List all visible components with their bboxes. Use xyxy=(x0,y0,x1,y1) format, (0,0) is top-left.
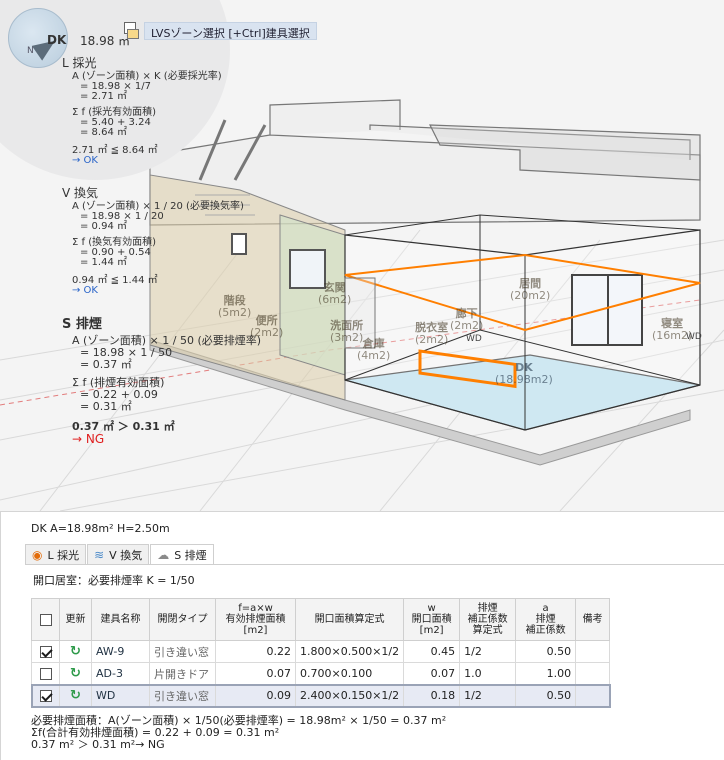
opening-tag-wd[interactable]: WD xyxy=(466,334,482,344)
zone-area-readout: 18.98 ㎡ xyxy=(80,34,131,48)
cell-name: WD xyxy=(91,684,150,707)
refresh-icon[interactable]: ↻ xyxy=(70,644,81,659)
header-effective: f=a×w 有効排煙面積 [m2] xyxy=(215,598,296,641)
lvs-detail-panel: DK A=18.98m² H=2.50m ◉ L 採光 ≋ V 換気 ☁ S 排… xyxy=(0,511,724,760)
calc-line: = 8.64 ㎡ xyxy=(80,127,128,138)
lighting-heading: L 採光 xyxy=(62,56,97,70)
cell-effective: 0.07 xyxy=(215,662,296,685)
smoke-heading: S 排煙 xyxy=(62,317,102,332)
cell-corr-formula[interactable]: 1/2 xyxy=(459,640,517,663)
room-label-dk: DK (18.98m2) xyxy=(495,361,553,386)
header-select-all[interactable] xyxy=(31,598,60,641)
3d-viewport[interactable]: N DK 18.98 ㎡ LVSゾーン選択 [+Ctrl]建具選択 L 採光 A… xyxy=(0,0,724,511)
cell-opening: 0.07 xyxy=(403,662,461,685)
cell-formula[interactable]: 0.700×0.100 xyxy=(294,662,405,685)
cell-corr-formula[interactable]: 1.0 xyxy=(459,662,517,685)
row-checkbox[interactable] xyxy=(39,646,52,658)
zone-select-button[interactable]: LVSゾーン選択 [+Ctrl]建具選択 xyxy=(144,22,317,40)
cell-name: AD-3 xyxy=(91,662,150,685)
cell-corr: 0.50 xyxy=(515,684,577,707)
select-all-checkbox[interactable] xyxy=(39,613,52,626)
cell-corr: 0.50 xyxy=(515,640,577,663)
cell-name: AW-9 xyxy=(91,640,150,663)
table-row-selected[interactable]: ↻ WD 引き違い窓 0.09 2.400×0.150×1/2 0.18 1/2… xyxy=(30,683,611,708)
sun-icon: ◉ xyxy=(32,547,43,562)
cell-opening: 0.45 xyxy=(403,640,461,663)
smoke-calculation: S 排煙 A (ゾーン面積) × 1 / 50 (必要排煙率) = 18.98 … xyxy=(62,317,261,446)
cell-corr: 1.00 xyxy=(515,662,577,685)
cell-formula[interactable]: 2.400×0.150×1/2 xyxy=(294,684,405,707)
smoke-icon: ☁ xyxy=(157,548,170,562)
required-rate-note: 開口居室：必要排煙率 K = 1/50 xyxy=(33,574,195,587)
refresh-icon[interactable]: ↻ xyxy=(70,688,81,703)
calc-line: = 0.94 ㎡ xyxy=(80,221,128,232)
header-opening: w 開口面積 [m2] xyxy=(403,598,461,641)
header-update: 更新 xyxy=(59,598,92,641)
cell-formula[interactable]: 1.800×0.500×1/2 xyxy=(294,640,405,663)
lvs-tabs: ◉ L 採光 ≋ V 換気 ☁ S 排煙 xyxy=(25,544,215,565)
cell-effective: 0.09 xyxy=(215,684,296,707)
room-label-entrance: 玄関 (6m2) xyxy=(318,281,352,306)
header-type: 開閉タイプ xyxy=(149,598,216,641)
room-label-closet: 脱衣室 (2m2) xyxy=(415,321,449,346)
ventilation-calculation: V 換気 A (ゾーン面積) × 1 / 20 (必要換気率) = 18.98 … xyxy=(62,186,244,296)
room-label-toilet: 便所 (2m2) xyxy=(250,314,284,339)
header-note: 備考 xyxy=(575,598,611,641)
header-corr-formula: 排煙 補正係数 算定式 xyxy=(459,598,517,641)
smoke-summary: 必要排煙面積：A(ゾーン面積) × 1/50(必要排煙率) = 18.98m² … xyxy=(31,715,446,751)
room-label-living: 居間 (20m2) xyxy=(510,277,551,302)
cell-note[interactable] xyxy=(575,662,611,685)
zone-name: DK xyxy=(47,33,67,47)
cell-opening: 0.18 xyxy=(403,684,461,707)
cell-note[interactable] xyxy=(575,684,611,707)
table-row[interactable]: ↻ AD-3 片開きドア 0.07 0.700×0.100 0.07 1.0 1… xyxy=(31,662,611,685)
cell-type: 引き違い窓 xyxy=(149,640,216,663)
cell-effective: 0.22 xyxy=(215,640,296,663)
tab-smoke[interactable]: ☁ S 排煙 xyxy=(150,544,214,565)
smoke-verdict: → NG xyxy=(72,432,105,446)
header-corr: a 排煙 補正係数 xyxy=(515,598,577,641)
ventilation-heading: V 換気 xyxy=(62,186,99,200)
room-label-hall: 廊下 (2m2) xyxy=(450,307,484,332)
header-name: 建具名称 xyxy=(91,598,150,641)
calc-line: = 2.71 ㎡ xyxy=(80,91,128,102)
zone-select-icon[interactable] xyxy=(124,22,139,39)
tab-lighting[interactable]: ◉ L 採光 xyxy=(25,544,87,564)
refresh-icon[interactable]: ↻ xyxy=(70,666,81,681)
table-header-row: 更新 建具名称 開閉タイプ f=a×w 有効排煙面積 [m2] 開口面積算定式 w開… xyxy=(31,598,611,641)
summary-line: 0.37 m² ＞ 0.31 m²→ NG xyxy=(31,738,165,751)
calc-line: = 1.44 ㎡ xyxy=(80,257,128,268)
row-checkbox[interactable] xyxy=(39,668,52,680)
row-checkbox[interactable] xyxy=(39,690,52,702)
room-label-stairs: 階段 (5m2) xyxy=(218,294,252,319)
compass-north-label: N xyxy=(27,46,34,56)
room-info: DK A=18.98m² H=2.50m xyxy=(31,522,170,535)
lighting-verdict: → OK xyxy=(72,155,98,166)
lighting-calculation: L 採光 A (ゾーン面積) × K (必要採光率) = 18.98 × 1/7… xyxy=(62,56,222,166)
cell-type: 片開きドア xyxy=(149,662,216,685)
cell-corr-formula[interactable]: 1/2 xyxy=(459,684,517,707)
tab-divider xyxy=(25,564,724,565)
cell-note[interactable] xyxy=(575,640,611,663)
header-formula: 開口面積算定式 xyxy=(294,598,405,641)
calc-line: = 0.37 ㎡ xyxy=(80,358,132,371)
opening-tag-wd[interactable]: WD xyxy=(686,332,702,342)
table-row[interactable]: ↻ AW-9 引き違い窓 0.22 1.800×0.500×1/2 0.45 1… xyxy=(31,640,611,663)
tab-ventilation[interactable]: ≋ V 換気 xyxy=(87,544,150,564)
room-label-storage: 倉庫 (4m2) xyxy=(357,337,391,362)
wind-icon: ≋ xyxy=(94,547,105,562)
openings-table: 更新 建具名称 開閉タイプ f=a×w 有効排煙面積 [m2] 開口面積算定式 w開… xyxy=(30,598,611,708)
cell-type: 引き違い窓 xyxy=(149,684,216,707)
calc-line: = 0.31 ㎡ xyxy=(80,400,132,413)
